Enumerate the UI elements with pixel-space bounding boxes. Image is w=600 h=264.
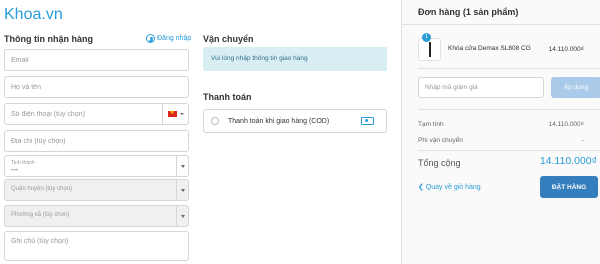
- email-input[interactable]: [5, 50, 188, 70]
- discount-input[interactable]: [419, 78, 543, 97]
- vietnam-flag-icon: [167, 109, 177, 118]
- phone-field[interactable]: [4, 103, 189, 125]
- shipping-fee-label: Phí vận chuyển: [418, 137, 463, 144]
- address-field[interactable]: [4, 130, 189, 152]
- name-field[interactable]: [4, 76, 189, 98]
- shipping-notice: Vui lòng nhập thông tin giao hàng: [203, 47, 387, 71]
- payment-title: Thanh toán: [203, 92, 252, 102]
- ward-dropdown-arrow[interactable]: [176, 206, 188, 226]
- login-link[interactable]: Đăng nhập: [146, 34, 191, 43]
- quantity-badge: 1: [422, 33, 431, 42]
- address-input[interactable]: [5, 131, 188, 151]
- product-thumbnail: [418, 38, 441, 61]
- payment-option-cod[interactable]: Thanh toán khi giao hàng (COD): [203, 109, 387, 133]
- divider: [418, 109, 600, 110]
- district-dropdown-arrow[interactable]: [176, 180, 188, 200]
- cash-icon: [361, 117, 374, 125]
- province-select[interactable]: Tỉnh thành ---: [4, 155, 189, 177]
- cod-label: Thanh toán khi giao hàng (COD): [228, 117, 330, 125]
- user-circle-icon: [146, 34, 155, 43]
- total-label: Tổng cộng: [418, 158, 461, 168]
- phone-input[interactable]: [5, 104, 163, 124]
- ward-placeholder: Phường xã (tùy chọn): [11, 212, 70, 218]
- name-input[interactable]: [5, 77, 188, 97]
- ward-select[interactable]: Phường xã (tùy chọn): [4, 205, 189, 227]
- province-value: ---: [11, 167, 18, 174]
- province-dropdown-arrow[interactable]: [176, 156, 188, 176]
- district-select[interactable]: Quận huyện (tùy chọn): [4, 179, 189, 201]
- shipping-title: Vận chuyển: [203, 34, 254, 44]
- chevron-down-icon: [180, 214, 185, 218]
- back-to-cart-link[interactable]: ❮ Quay về giỏ hàng: [418, 183, 481, 191]
- chevron-down-icon: [179, 113, 184, 115]
- district-placeholder: Quận huyện (tùy chọn): [11, 186, 73, 192]
- divider: [418, 150, 600, 151]
- discount-field[interactable]: [418, 77, 544, 98]
- email-field[interactable]: [4, 49, 189, 71]
- total-value: 14.110.000₫: [539, 155, 597, 167]
- apply-discount-button[interactable]: Áp dụng: [551, 77, 600, 98]
- shipping-fee-value: -: [581, 137, 584, 144]
- place-order-button[interactable]: ĐẶT HÀNG: [540, 176, 598, 198]
- cod-radio[interactable]: [211, 117, 219, 125]
- product-price: 14.110.000₫: [548, 46, 584, 53]
- order-summary-panel: Đơn hàng (1 sản phẩm) 1 Khóa cửa Demax S…: [401, 0, 600, 264]
- chevron-down-icon: [180, 188, 185, 192]
- product-name: Khóa cửa Demax SL808 CG: [448, 45, 531, 52]
- logo[interactable]: Khoa.vn: [4, 6, 63, 24]
- note-input[interactable]: [5, 232, 188, 260]
- subtotal-label: Tạm tính: [418, 121, 444, 128]
- province-label: Tỉnh thành: [11, 160, 35, 166]
- chevron-down-icon: [180, 164, 185, 168]
- shipping-info-title: Thông tin nhận hàng: [4, 34, 93, 44]
- note-field[interactable]: [4, 231, 189, 261]
- product-image: [429, 42, 431, 57]
- subtotal-value: 14.110.000₫: [548, 121, 584, 128]
- divider: [418, 68, 600, 69]
- country-code-select[interactable]: [162, 104, 188, 124]
- order-title: Đơn hàng (1 sản phẩm): [402, 0, 600, 25]
- login-label: Đăng nhập: [157, 35, 192, 42]
